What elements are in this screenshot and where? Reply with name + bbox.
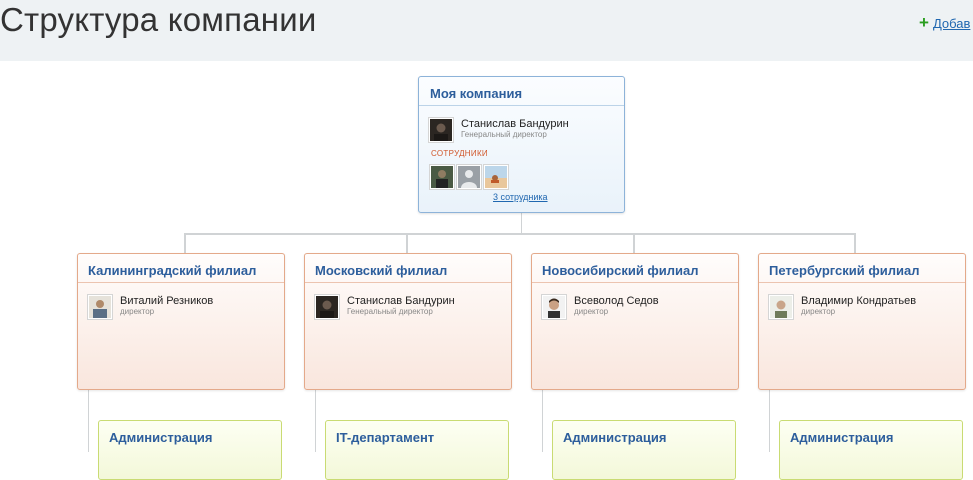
head-name[interactable]: Всеволод Седов [574, 295, 659, 307]
branch-card[interactable]: Московский филиал Станислав Бандурин Ген… [304, 253, 512, 390]
head-position: Генеральный директор [347, 307, 433, 316]
avatar[interactable] [87, 294, 113, 320]
head-name[interactable]: Станислав Бандурин [461, 118, 569, 130]
add-button[interactable]: + Добав [919, 13, 970, 33]
department-card[interactable]: Администрация [779, 420, 963, 480]
department-card[interactable]: IT-департамент [325, 420, 509, 480]
divider [419, 105, 624, 106]
person-photo-icon [770, 296, 792, 318]
person-photo-icon [485, 166, 507, 188]
company-card[interactable]: Моя компания Станислав Бандурин Генераль… [418, 76, 625, 213]
branch-title[interactable]: Московский филиал [315, 263, 447, 278]
avatar[interactable] [541, 294, 567, 320]
divider [532, 282, 738, 283]
head-position: директор [801, 307, 836, 316]
branch-title[interactable]: Петербургский филиал [769, 263, 919, 278]
head-position: Генеральный директор [461, 130, 547, 139]
avatar[interactable] [428, 117, 454, 143]
person-photo-icon [89, 296, 111, 318]
department-title[interactable]: Администрация [109, 430, 212, 445]
avatar[interactable] [429, 164, 455, 190]
avatar[interactable] [768, 294, 794, 320]
page-header: Структура компании + Добав [0, 0, 973, 61]
department-title[interactable]: IT-департамент [336, 430, 434, 445]
divider [759, 282, 965, 283]
branch-title[interactable]: Новосибирский филиал [542, 263, 699, 278]
branch-card[interactable]: Петербургский филиал Владимир Кондратьев… [758, 253, 966, 390]
department-title[interactable]: Администрация [563, 430, 666, 445]
company-title[interactable]: Моя компания [430, 86, 522, 101]
avatar[interactable] [456, 164, 482, 190]
branch-card[interactable]: Новосибирский филиал Всеволод Седов дире… [531, 253, 739, 390]
person-photo-icon [543, 296, 565, 318]
head-name[interactable]: Виталий Резников [120, 295, 213, 307]
page-title: Структура компании [0, 1, 317, 38]
add-button-label: Добав [932, 16, 971, 31]
department-title[interactable]: Администрация [790, 430, 893, 445]
staff-count-link[interactable]: 3 сотрудника [493, 192, 548, 202]
plus-icon: + [919, 13, 929, 32]
head-position: директор [574, 307, 609, 316]
head-position: директор [120, 307, 155, 316]
divider [78, 282, 284, 283]
person-photo-icon [316, 296, 338, 318]
department-card[interactable]: Администрация [552, 420, 736, 480]
person-photo-icon [431, 166, 453, 188]
department-card[interactable]: Администрация [98, 420, 282, 480]
head-name[interactable]: Владимир Кондратьев [801, 295, 916, 307]
avatar[interactable] [483, 164, 509, 190]
avatar[interactable] [314, 294, 340, 320]
staff-label: СОТРУДНИКИ [431, 149, 488, 158]
branch-card[interactable]: Калининградский филиал Виталий Резников … [77, 253, 285, 390]
divider [305, 282, 511, 283]
branch-title[interactable]: Калининградский филиал [88, 263, 256, 278]
default-user-icon [458, 166, 480, 188]
person-photo-icon [430, 119, 452, 141]
head-name[interactable]: Станислав Бандурин [347, 295, 455, 307]
